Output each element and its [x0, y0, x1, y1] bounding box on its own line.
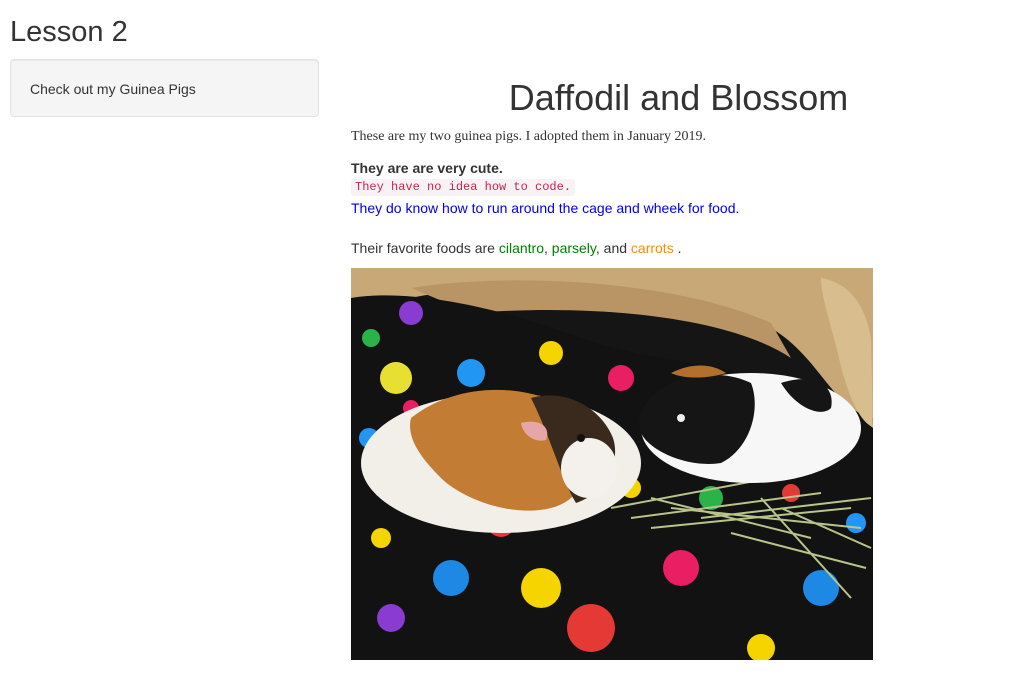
food-parsely: parsely: [551, 240, 596, 256]
guinea-pigs-photo: [351, 268, 873, 660]
intro-paragraph: These are my two guinea pigs. I adopted …: [351, 129, 706, 144]
food-cilantro: cilantro: [498, 240, 544, 256]
foods-prefix: Their favorite foods are: [351, 240, 499, 256]
main-heading: Daffodil and Blossom: [508, 77, 849, 118]
sidebar-panel: Check out my Guinea Pigs: [10, 59, 319, 117]
blue-statement: They do know how to run around the cage …: [351, 200, 740, 216]
foods-suffix: .: [673, 240, 682, 256]
favorite-foods-line: Their favorite foods are cilantro, parse…: [351, 239, 681, 257]
sidebar-panel-text: Check out my Guinea Pigs: [30, 81, 196, 97]
page-title: Lesson 2: [10, 16, 128, 48]
bold-statement: They are are very cute.: [351, 160, 503, 176]
foods-sep-2: , and: [595, 240, 631, 256]
food-carrots: carrots: [630, 240, 674, 256]
code-statement: They have no idea how to code.: [351, 179, 576, 196]
foods-sep-1: ,: [544, 240, 552, 256]
